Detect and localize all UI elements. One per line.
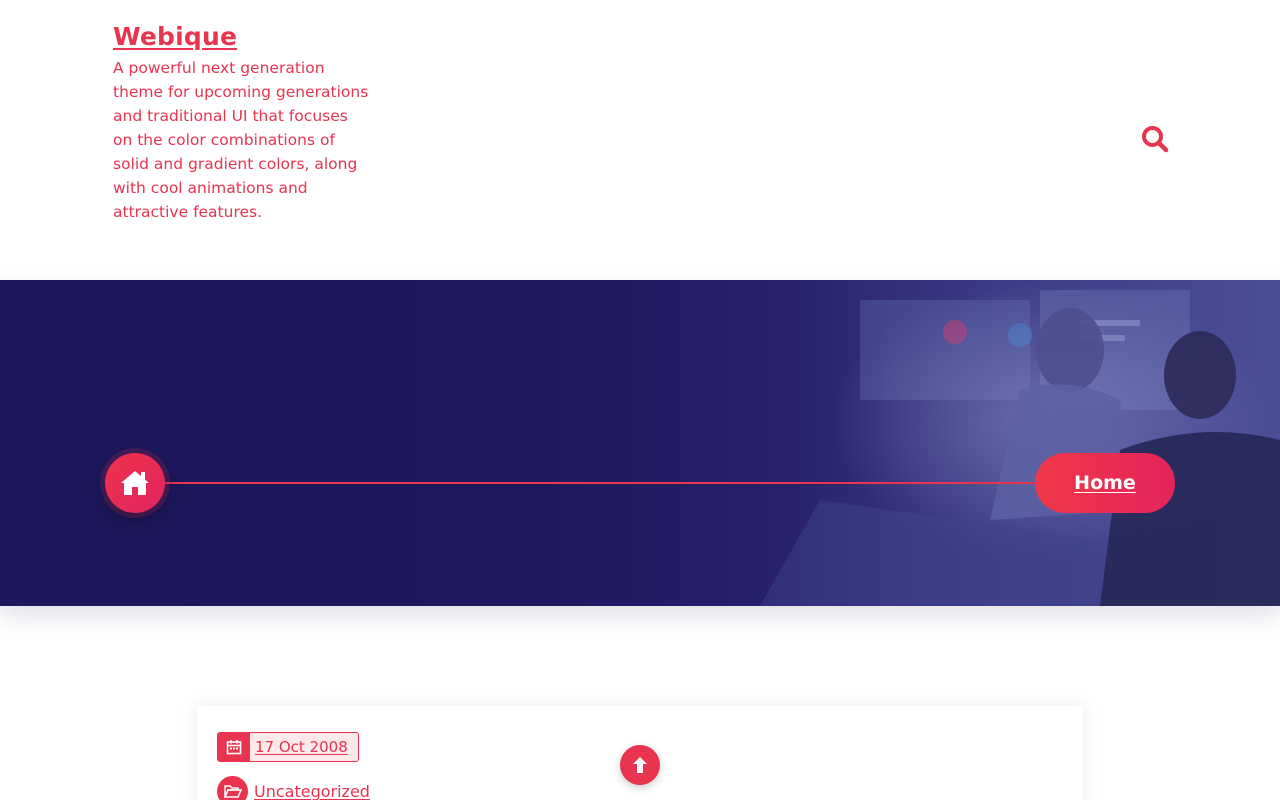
home-icon <box>121 471 149 495</box>
folder-icon-wrap <box>217 776 248 800</box>
search-icon <box>1142 126 1169 153</box>
site-title-link[interactable]: Webique <box>113 22 237 51</box>
breadcrumb-home-button[interactable] <box>105 453 165 513</box>
back-to-top-button[interactable] <box>620 745 660 785</box>
arrow-up-icon <box>633 757 647 773</box>
search-button[interactable] <box>1140 124 1172 156</box>
banner-background-image <box>0 280 1280 606</box>
post-date: 17 Oct 2008 <box>217 732 359 762</box>
folder-open-icon <box>223 785 242 798</box>
calendar-icon <box>226 740 242 755</box>
site-header: Webique A powerful next generation theme… <box>0 0 1280 280</box>
post-category-link[interactable]: Uncategorized <box>254 782 370 800</box>
breadcrumb-line <box>160 482 1060 484</box>
site-tagline: A powerful next generation theme for upc… <box>113 59 369 221</box>
post-date-link[interactable]: 17 Oct 2008 <box>250 733 358 761</box>
calendar-icon-wrap <box>218 733 250 761</box>
breadcrumb-current-home[interactable]: Home <box>1035 453 1175 513</box>
post-category: Uncategorized <box>217 776 370 800</box>
page-banner: Home <box>0 280 1280 606</box>
